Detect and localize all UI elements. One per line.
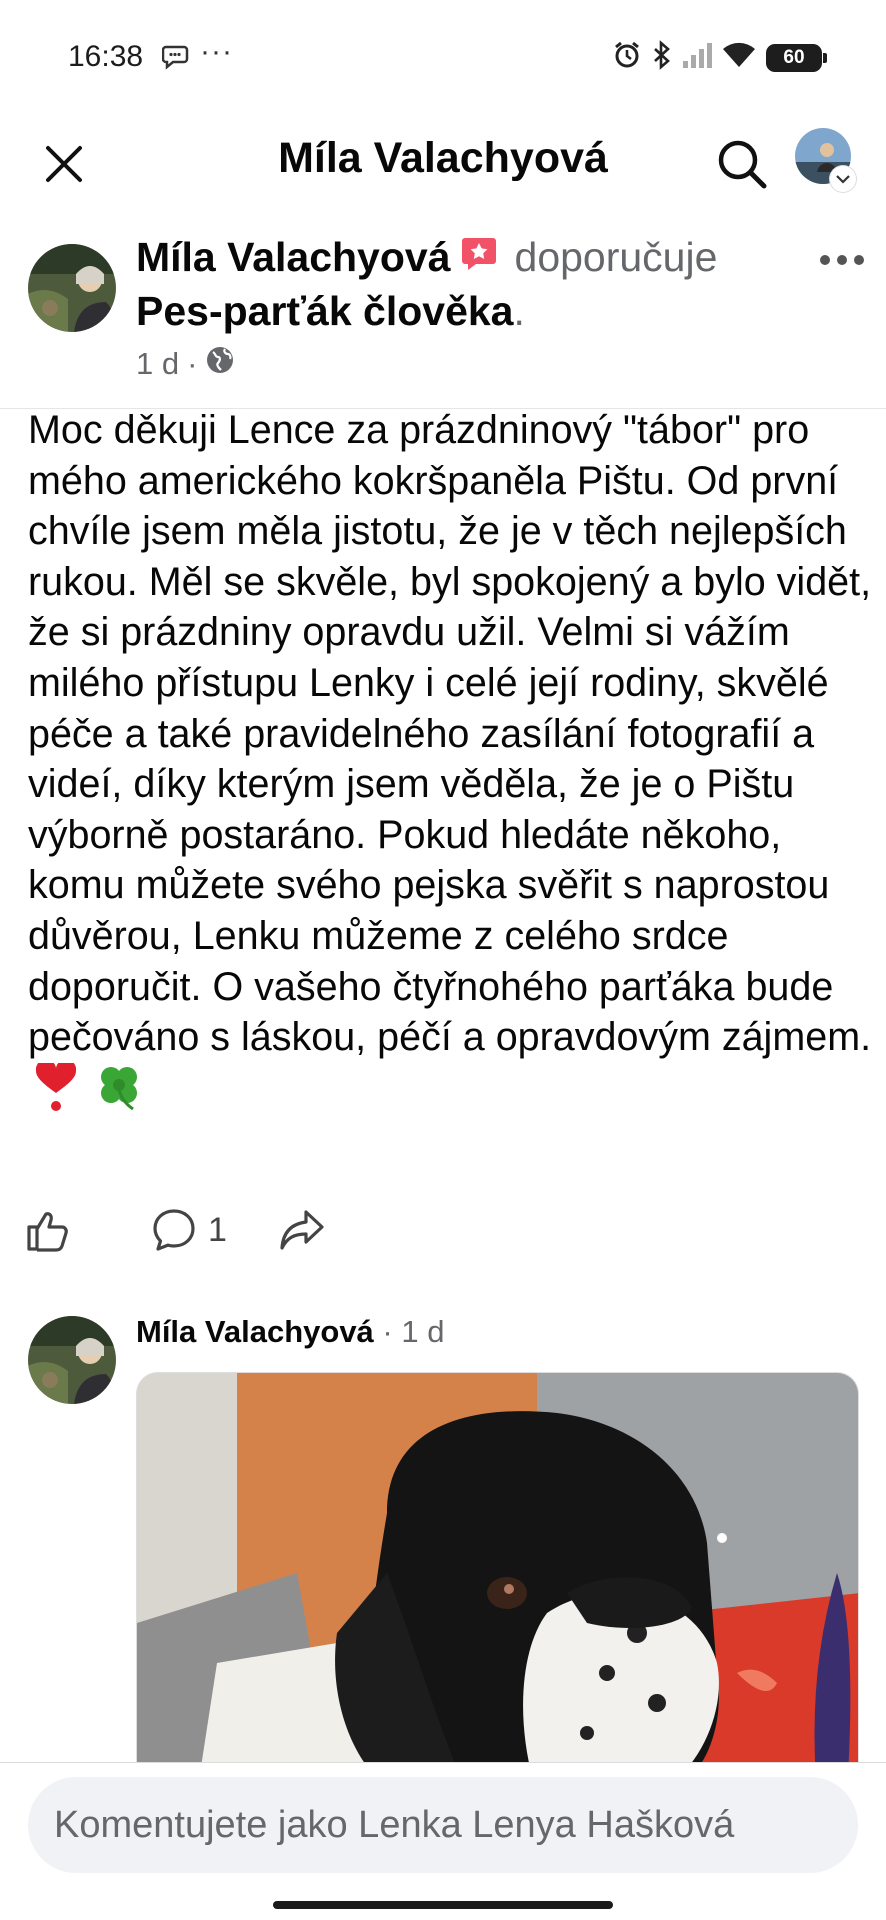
status-right-icons: 60	[612, 40, 827, 75]
dog-photo[interactable]	[136, 1372, 859, 1792]
status-bar: 16:38 ··· 60	[0, 0, 886, 118]
globe-icon	[205, 345, 235, 383]
signal-icon	[682, 41, 712, 74]
recommended-page-line: Pes-parťák člověka.	[136, 288, 525, 335]
thumbs-up-icon	[27, 1212, 68, 1252]
post-time[interactable]: 1 d	[136, 346, 179, 382]
meta-separator: ·	[187, 346, 198, 381]
wifi-icon	[722, 41, 756, 74]
comment-count: 1	[208, 1210, 227, 1249]
post-body-text: Moc děkuji Lence za prázdninový "tábor" …	[28, 408, 872, 1060]
author-avatar[interactable]	[28, 244, 116, 332]
avatar-menu-button[interactable]	[830, 166, 856, 192]
alarm-icon	[612, 40, 642, 75]
bluetooth-icon	[652, 40, 672, 75]
post-header-line: Míla Valachyová doporučuje	[136, 234, 717, 281]
home-indicator[interactable]	[273, 1901, 613, 1909]
share-icon	[280, 1210, 324, 1250]
chat-bubble-icon	[161, 44, 192, 75]
heart-emoji-icon	[34, 1059, 78, 1126]
comment-author-name[interactable]: Míla Valachyová	[136, 1314, 374, 1349]
status-more-indicator: ···	[200, 35, 233, 68]
battery-icon: 60	[766, 43, 827, 72]
post-meta: 1 d ·	[136, 345, 235, 383]
comment-input[interactable]	[28, 1777, 858, 1873]
comment-author-avatar[interactable]	[28, 1316, 116, 1404]
status-time: 16:38	[68, 40, 144, 73]
comment-composer	[0, 1762, 886, 1920]
post-detail-screen: 16:38 ··· 60 Míla Valachyová Míla Valach…	[0, 0, 886, 1920]
comment-header: Míla Valachyová · 1 d	[136, 1314, 444, 1350]
recommends-text: doporučuje	[514, 234, 718, 280]
top-header: Míla Valachyová	[0, 118, 886, 214]
post-actions: 1	[26, 1202, 325, 1258]
comment-time: · 1 d	[373, 1314, 445, 1349]
search-button[interactable]	[712, 134, 772, 194]
more-horizontal-icon	[820, 255, 864, 265]
like-button[interactable]	[26, 1208, 76, 1252]
post-more-button[interactable]	[812, 240, 872, 280]
recommended-page-name[interactable]: Pes-parťák člověka	[136, 288, 514, 334]
search-icon	[718, 140, 767, 189]
page-name-period: .	[513, 288, 525, 334]
author-name[interactable]: Míla Valachyová	[136, 234, 451, 281]
clover-emoji-icon	[95, 1063, 143, 1126]
chevron-down-icon	[836, 175, 850, 184]
share-button[interactable]	[279, 1208, 325, 1252]
post-body: Moc děkuji Lence za prázdninový "tábor" …	[28, 405, 878, 1125]
comment-button[interactable]: 1	[152, 1208, 227, 1252]
comment-icon	[153, 1209, 195, 1251]
recommendation-badge-icon	[461, 234, 497, 281]
